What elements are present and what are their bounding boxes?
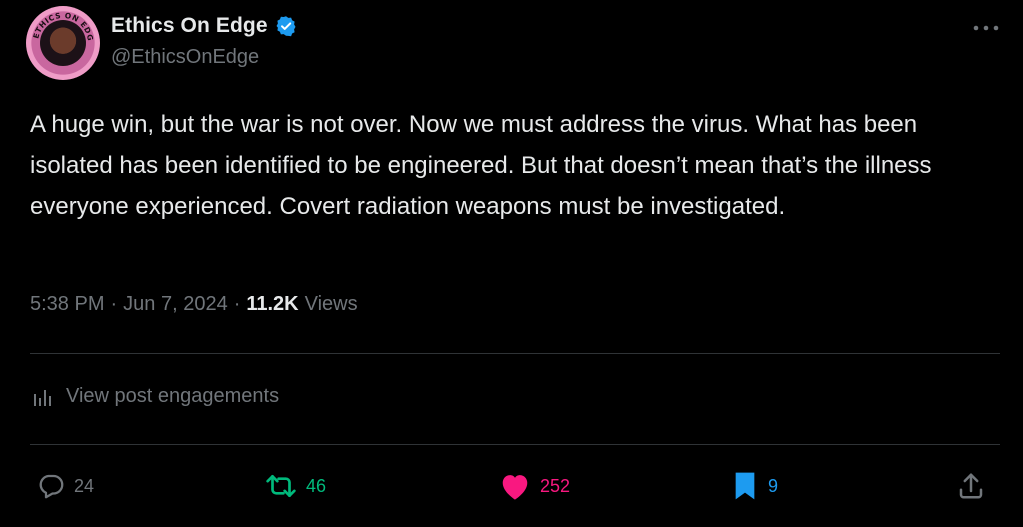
- author-name-row: Ethics On Edge: [111, 13, 297, 39]
- reply-button[interactable]: 24: [36, 466, 94, 506]
- like-count: 252: [540, 475, 571, 496]
- reply-bubble-icon: [39, 474, 64, 499]
- analytics-bars-icon: [34, 389, 51, 406]
- avatar[interactable]: ETHICS ON EDGE: [26, 6, 100, 80]
- divider: [30, 353, 1000, 354]
- views-count: 11.2K: [246, 293, 299, 315]
- share-upload-icon: [959, 473, 983, 499]
- bookmark-count: 9: [768, 475, 779, 496]
- repost-button[interactable]: 46: [264, 466, 326, 506]
- bookmark-filled-icon: [735, 472, 755, 500]
- post-metadata: 5:38 PM · Jun 7, 2024 · 11.2K Views: [30, 293, 358, 316]
- view-engagements-label: View post engagements: [66, 385, 280, 407]
- reply-count: 24: [74, 475, 95, 496]
- post-date[interactable]: Jun 7, 2024: [123, 293, 228, 316]
- repost-count: 46: [306, 475, 327, 496]
- meta-separator: ·: [233, 293, 241, 315]
- verified-badge-icon: [276, 16, 296, 37]
- svg-text:ETHICS ON EDGE: ETHICS ON EDGE: [26, 6, 95, 42]
- author-handle[interactable]: @EthicsOnEdge: [111, 46, 259, 69]
- action-bar: 24 46 252 9: [30, 466, 1000, 506]
- more-horizontal-icon: [973, 25, 999, 31]
- post-header: ETHICS ON EDGE Ethics On Edge @EthicsOnE…: [26, 6, 1001, 80]
- meta-separator: ·: [110, 293, 118, 315]
- share-button[interactable]: [956, 466, 994, 506]
- like-button[interactable]: 252: [498, 466, 570, 506]
- avatar-logo: ETHICS ON EDGE: [26, 6, 95, 42]
- repost-arrows-icon: [266, 474, 296, 498]
- view-engagements-link[interactable]: View post engagements: [32, 385, 279, 408]
- post-text: A huge win, but the war is not over. Now…: [30, 111, 932, 220]
- post-time[interactable]: 5:38 PM: [30, 293, 104, 316]
- bookmark-button[interactable]: 9: [730, 466, 778, 506]
- heart-filled-icon: [502, 475, 528, 500]
- divider: [30, 444, 1000, 445]
- author-display-name[interactable]: Ethics On Edge: [111, 14, 268, 38]
- more-options-button[interactable]: [971, 16, 1001, 40]
- views-label: Views: [304, 293, 358, 315]
